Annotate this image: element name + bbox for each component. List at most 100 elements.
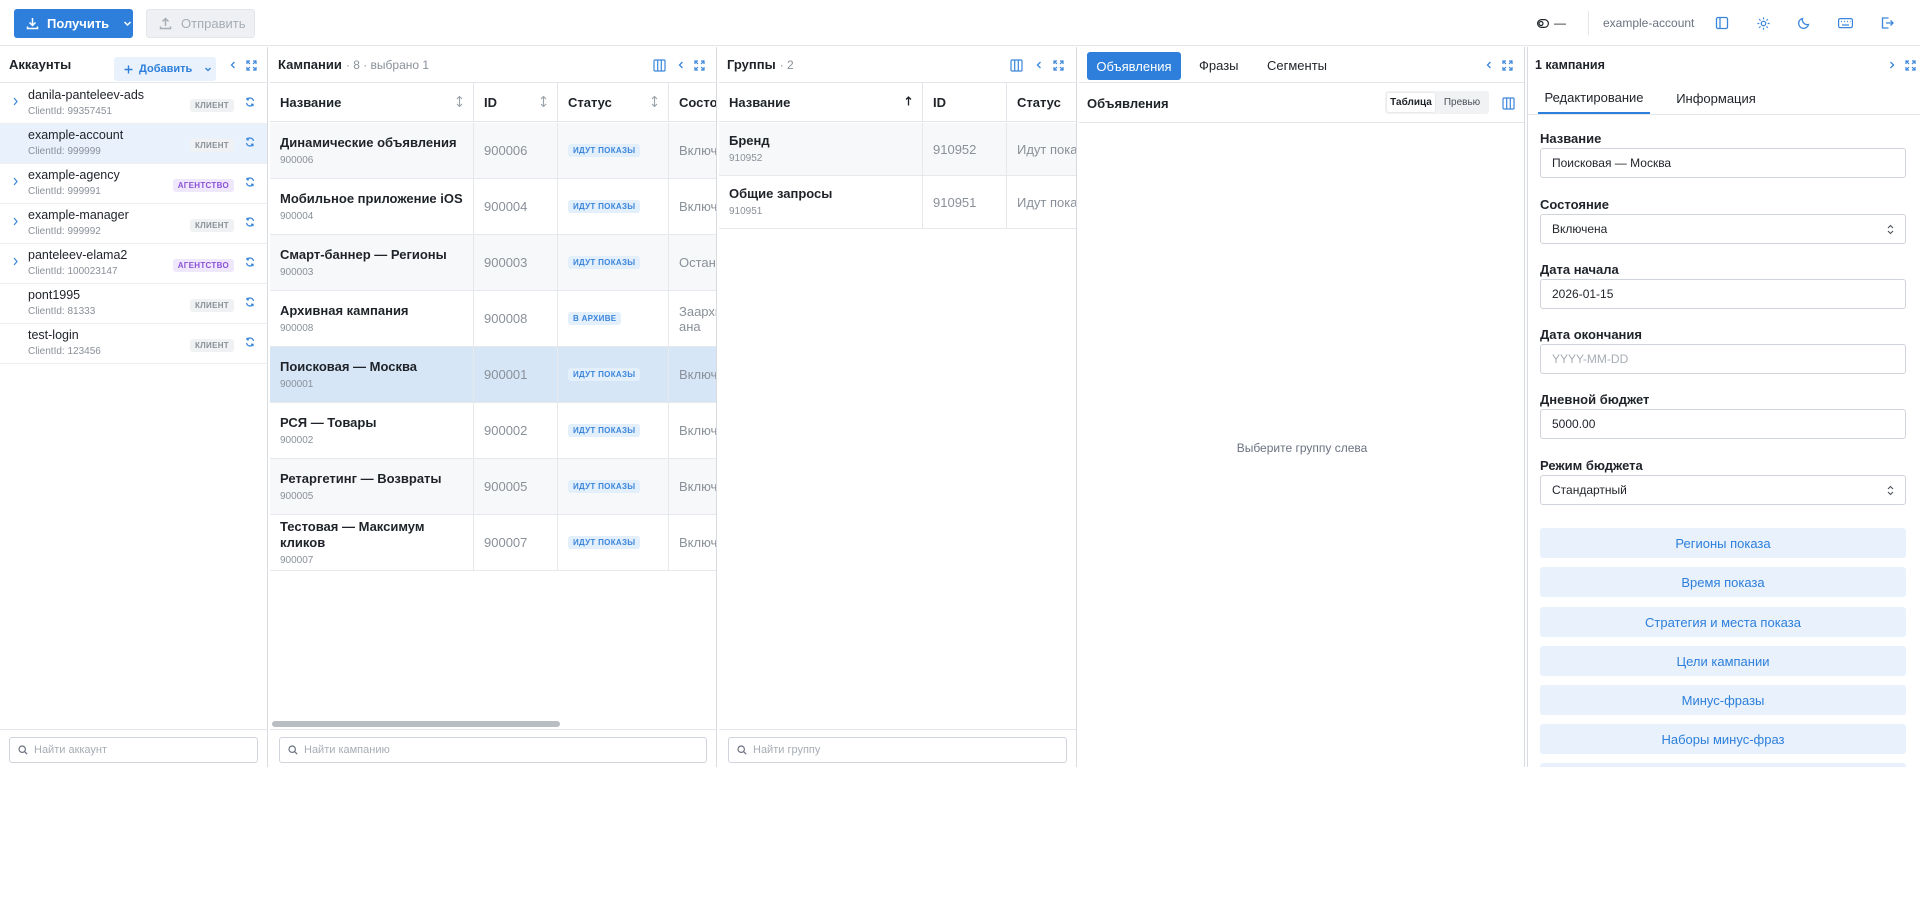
schedule-button[interactable]: Время показа [1540, 567, 1906, 597]
column-header-id[interactable]: ID [474, 83, 558, 122]
sync-icon[interactable] [245, 177, 255, 187]
account-name: example-manager [28, 208, 129, 222]
table-row[interactable]: Общие запросы 910951 910951 Идут показы [719, 176, 1076, 229]
columns-icon[interactable] [650, 56, 668, 74]
column-header-state[interactable]: Состояние [669, 83, 716, 122]
campaigns-header: Кампании · 8 · выбрано 1 [270, 47, 716, 83]
columns-icon[interactable] [1499, 94, 1517, 112]
tab-ads[interactable]: Объявления [1087, 52, 1181, 80]
account-item[interactable]: danila-panteleev-ads ClientId: 99357451 КЛ… [0, 84, 267, 124]
gear-icon[interactable] [1756, 13, 1771, 33]
account-item[interactable]: pont1995 ClientId: 81333 КЛИЕНТ [0, 284, 267, 324]
account-item[interactable]: test-login ClientId: 123456 КЛИЕНТ [0, 324, 267, 364]
account-item[interactable]: example-agency ClientId: 999991 АГЕНТСТВО [0, 164, 267, 204]
regions-button[interactable]: Регионы показа [1540, 528, 1906, 558]
editor-title: 1 кампания [1535, 58, 1605, 72]
collapse-left-icon[interactable] [1480, 56, 1498, 74]
campaign-name-cell: РСЯ — Товары 900002 [270, 403, 474, 458]
get-button[interactable]: Получить [14, 9, 133, 38]
expand-icon[interactable] [242, 56, 260, 74]
horizontal-scrollbar[interactable] [272, 721, 560, 727]
account-type-badge-label: КЛИЕНТ [189, 339, 234, 352]
sync-icon[interactable] [245, 257, 255, 267]
sync-icon[interactable] [245, 97, 255, 107]
campaign-state: Включена [679, 367, 717, 382]
table-row[interactable]: Бренд 910952 910952 Идут показы [719, 123, 1076, 176]
keyboard-icon[interactable] [1838, 13, 1853, 33]
name-input[interactable]: Поисковая — Москва [1540, 148, 1906, 178]
moon-icon[interactable] [1797, 13, 1811, 33]
collapse-left-icon[interactable] [672, 56, 690, 74]
expand-icon[interactable] [690, 56, 708, 74]
account-item[interactable]: panteleev-elama2 ClientId: 100023147 АГЕНТ… [0, 244, 267, 284]
get-button-label: Получить [47, 16, 110, 31]
campaign-search-input[interactable]: Найти кампанию [279, 737, 707, 763]
campaign-id-cell: 900001 [474, 347, 558, 402]
layout-icon[interactable] [1715, 13, 1729, 33]
daily-budget-input[interactable]: 5000.00 [1540, 409, 1906, 439]
search-icon [18, 745, 28, 755]
table-row[interactable]: Поисковая — Москва 900001 900001 ИДУТ ПОКАЗ… [270, 347, 716, 403]
chevron-right-icon[interactable] [12, 177, 19, 186]
collapse-left-icon[interactable] [224, 56, 242, 74]
campaign-status-cell: ИДУТ ПОКАЗЫ [558, 123, 669, 178]
column-header-name[interactable]: Название [719, 83, 923, 122]
tab-info[interactable]: Информация [1668, 83, 1764, 114]
chevron-right-icon[interactable] [12, 97, 19, 106]
state-select[interactable]: Включена [1540, 214, 1906, 244]
budget-mode-select[interactable]: Стандартный [1540, 475, 1906, 505]
tab-editing[interactable]: Редактирование [1538, 83, 1650, 114]
table-row[interactable]: Смарт-баннер — Регионы 900003 900003 ИДУТ П… [270, 235, 716, 291]
tab-segments[interactable]: Сегменты [1267, 58, 1327, 73]
group-search-input[interactable]: Найти группу [728, 737, 1067, 763]
campaign-id: 900006 [484, 143, 528, 158]
account-item[interactable]: example-manager ClientId: 999992 КЛИЕНТ [0, 204, 267, 244]
upload-icon [159, 17, 172, 30]
sync-icon[interactable] [245, 337, 255, 347]
account-item[interactable]: example-account ClientId: 999999 КЛИЕНТ [0, 124, 267, 164]
start-date-input[interactable]: 2026-01-15 [1540, 279, 1906, 309]
column-header-status[interactable]: Статус [1007, 83, 1076, 122]
column-header-id[interactable]: ID [923, 83, 1007, 122]
chevron-right-icon[interactable] [12, 217, 19, 226]
table-row[interactable]: Ретаргетинг — Возвраты 900005 900005 ИДУТ П… [270, 459, 716, 515]
table-row[interactable]: Динамические объявления 900006 900006 ИДУТ … [270, 123, 716, 179]
view-preview-button[interactable]: Превью [1438, 93, 1486, 112]
view-table-button[interactable]: Таблица [1387, 93, 1435, 112]
account-type-badge-label: КЛИЕНТ [189, 99, 234, 112]
campaigns-panel: Кампании · 8 · выбрано 1 Название ID Ста… [270, 47, 717, 767]
negative-keyword-sets-button[interactable]: Наборы минус-фраз [1540, 724, 1906, 754]
expand-icon[interactable] [1901, 56, 1919, 74]
account-type-badge: КЛИЕНТ [189, 296, 234, 312]
column-header-status[interactable]: Статус [558, 83, 669, 122]
expand-icon[interactable] [1498, 56, 1516, 74]
table-row[interactable]: Архивная кампания 900008 900008 В АРХИВЕ Заа… [270, 291, 716, 347]
collapse-left-icon[interactable] [1030, 56, 1048, 74]
end-date-input[interactable]: YYYY-MM-DD [1540, 344, 1906, 374]
chevron-right-icon[interactable] [12, 257, 19, 266]
negative-keywords-button[interactable]: Минус-фразы [1540, 685, 1906, 715]
account-search-input[interactable]: Найти аккаунт [9, 737, 258, 763]
account-client-id: ClientId: 100023147 [28, 266, 118, 277]
table-row[interactable]: Тестовая — Максимум кликов 900007 900007 ИД… [270, 515, 716, 571]
campaign-state: Остановлена [679, 255, 716, 270]
table-row[interactable]: Мобильное приложение iOS 900004 900004 ИДУТ… [270, 179, 716, 235]
column-header-name[interactable]: Название [270, 83, 474, 122]
collapse-right-icon[interactable] [1883, 56, 1901, 74]
logout-icon[interactable] [1880, 13, 1894, 33]
group-id: 910951 [933, 194, 977, 210]
sync-icon[interactable] [245, 217, 255, 227]
column-header-label: ID [484, 95, 497, 110]
strategy-button[interactable]: Стратегия и места показа [1540, 607, 1906, 637]
sync-icon[interactable] [245, 137, 255, 147]
columns-icon[interactable] [1007, 56, 1025, 74]
goals-button[interactable]: Цели кампании [1540, 646, 1906, 676]
status-dash: — [1554, 16, 1566, 30]
tab-phrases[interactable]: Фразы [1199, 58, 1239, 73]
send-button[interactable]: Отправить [146, 9, 255, 38]
table-row[interactable]: РСЯ — Товары 900002 900002 ИДУТ ПОКАЗЫ Включ… [270, 403, 716, 459]
expand-icon[interactable] [1049, 56, 1067, 74]
add-account-button[interactable]: Добавить [114, 57, 216, 81]
group-status: Идут показы [1017, 141, 1077, 157]
sync-icon[interactable] [245, 297, 255, 307]
